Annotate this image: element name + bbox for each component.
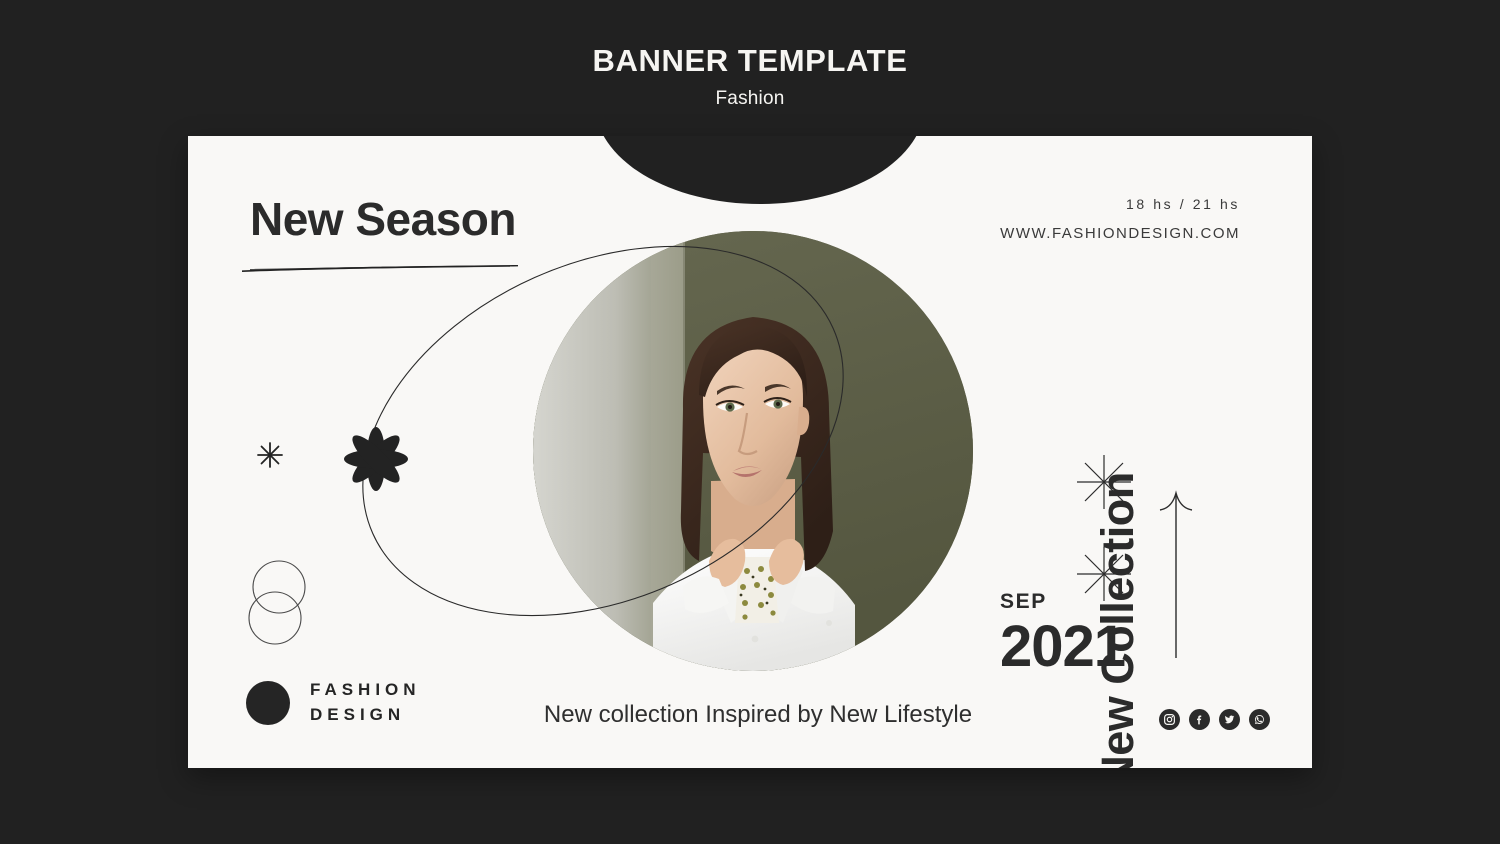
page-title: BANNER TEMPLATE <box>592 43 908 78</box>
photo-container <box>533 231 973 671</box>
flower-asterisk-icon <box>323 404 429 519</box>
headline: New Season <box>250 193 517 245</box>
logo-dot-icon <box>246 680 290 725</box>
header: BANNER TEMPLATE Fashion <box>0 0 1500 110</box>
brush-stroke-underline <box>240 260 520 272</box>
website-url[interactable]: WWW.FASHIONDESIGN.COM <box>1000 225 1240 242</box>
info-block: 18 hs / 21 hs WWW.FASHIONDESIGN.COM <box>1000 196 1240 242</box>
brand-logo: FASHION DESIGN <box>246 678 421 727</box>
instagram-icon[interactable] <box>1159 709 1180 730</box>
top-notch-shape <box>595 136 925 204</box>
facebook-icon[interactable] <box>1189 709 1210 730</box>
logo-wordmark: FASHION DESIGN <box>310 678 421 727</box>
whatsapp-icon[interactable] <box>1249 709 1270 730</box>
logo-line-2: DESIGN <box>310 704 406 724</box>
model-photo <box>533 231 973 671</box>
banner-stage: BANNER TEMPLATE Fashion New Season 18 hs… <box>0 0 1500 844</box>
asterisk-small-icon <box>256 441 284 474</box>
logo-line-1: FASHION <box>310 680 421 699</box>
banner-card: New Season 18 hs / 21 hs WWW.FASHIONDESI… <box>188 136 1312 768</box>
twitter-icon[interactable] <box>1219 709 1240 730</box>
vertical-collection-text: New Collection <box>1092 472 1144 768</box>
overlapping-circles-icon <box>243 556 315 657</box>
social-links <box>1159 709 1270 730</box>
tagline: New collection Inspired by New Lifestyle <box>543 701 973 728</box>
vertical-collection-label: New Collection <box>960 256 1276 768</box>
page-subtitle: Fashion <box>715 88 785 110</box>
opening-hours: 18 hs / 21 hs <box>1126 196 1240 212</box>
